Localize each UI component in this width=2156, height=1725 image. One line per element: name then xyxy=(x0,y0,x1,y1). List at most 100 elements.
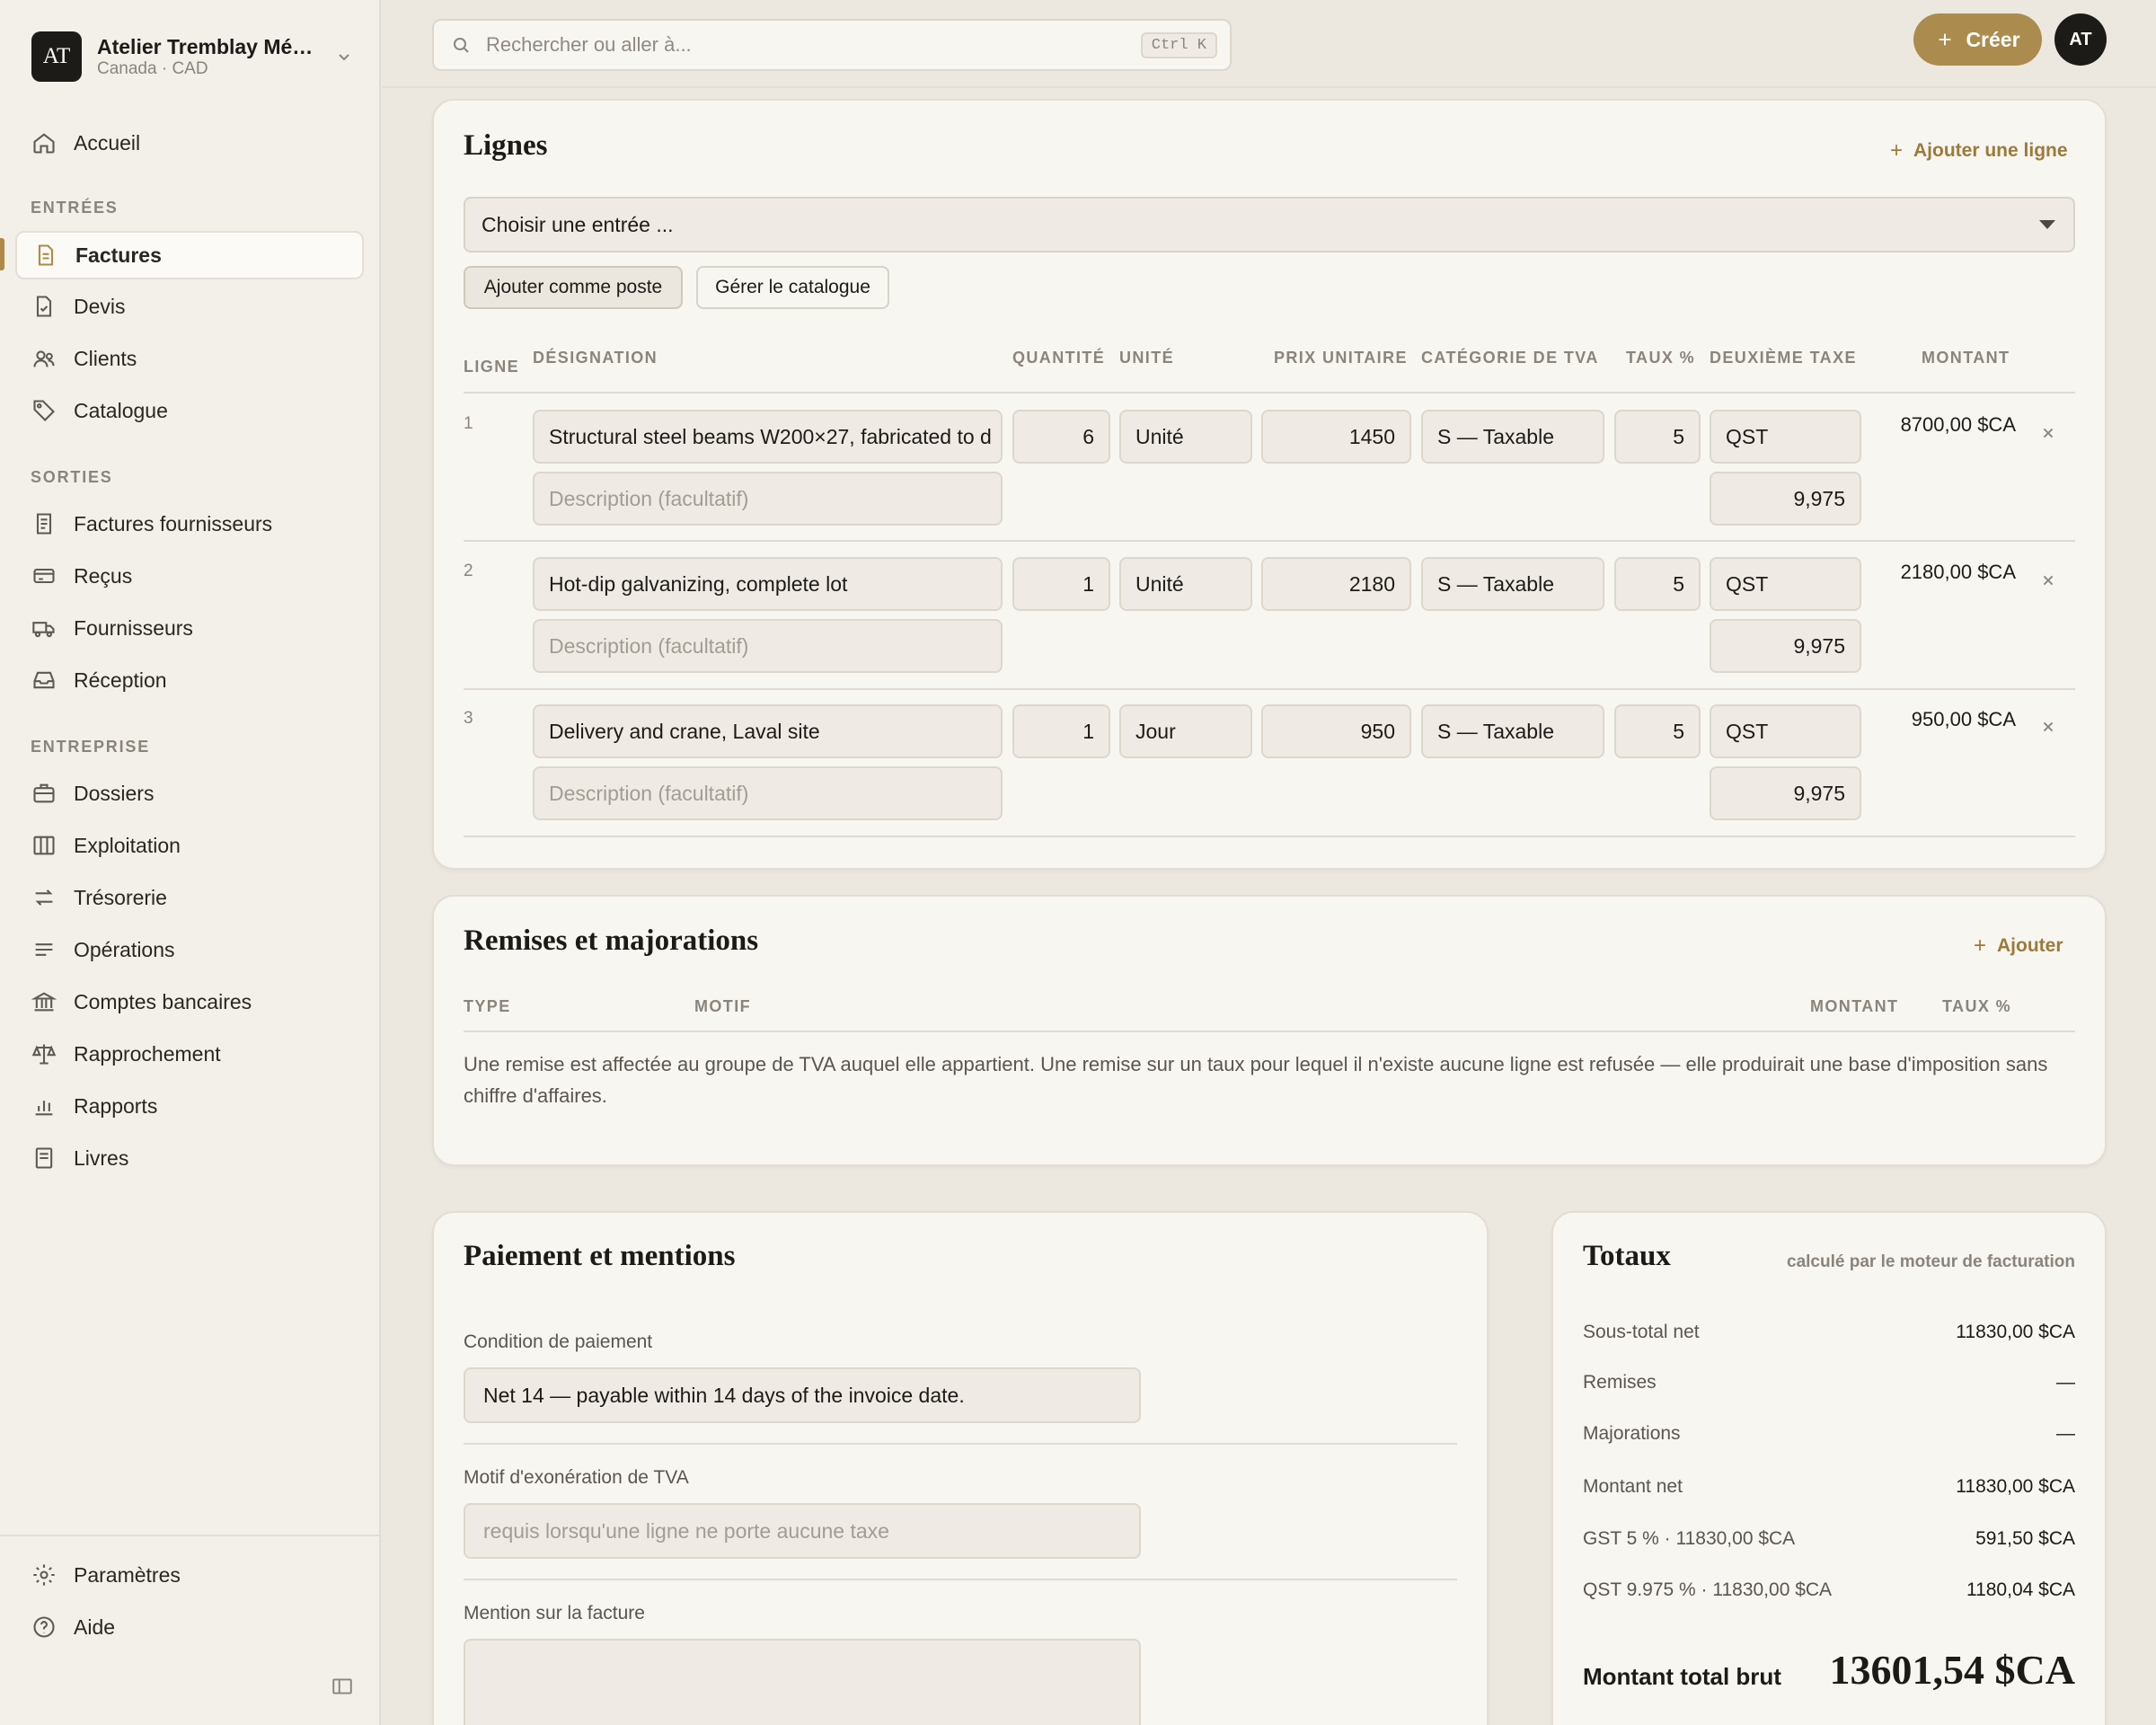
sidebar-item-label: Reçus xyxy=(74,563,133,588)
unit-select[interactable]: Unité xyxy=(1119,557,1252,611)
header-designation: DÉSIGNATION xyxy=(533,349,658,367)
entry-select[interactable]: Choisir une entrée ... xyxy=(464,197,2075,252)
quantity-input[interactable]: 1 xyxy=(1012,557,1110,611)
help-icon xyxy=(33,1616,55,1638)
sidebar-item-receipts[interactable]: Reçus xyxy=(15,552,364,600)
totals-row: QST 9.975 % · 11830,00 $CA 1180,04 $CA xyxy=(1583,1579,2075,1601)
totals-row-value: 591,50 $CA xyxy=(1975,1528,2075,1549)
second-tax-rate-input[interactable]: 9,975 xyxy=(1710,619,1861,673)
sidebar: AT Atelier Tremblay Mé… Canada · CAD Acc… xyxy=(0,0,381,1725)
header-type: TYPE xyxy=(464,997,511,1015)
designation-input[interactable]: Delivery and crane, Laval site xyxy=(533,704,1003,758)
vat-exemption-input[interactable]: requis lorsqu'une ligne ne porte aucune … xyxy=(464,1503,1141,1559)
sidebar-item-invoices[interactable]: Factures xyxy=(15,231,364,279)
description-input[interactable]: Description (facultatif) xyxy=(533,472,1003,526)
header-unit: UNITÉ xyxy=(1119,349,1174,367)
quantity-input[interactable]: 1 xyxy=(1012,704,1110,758)
sidebar-item-operations[interactable]: Opérations xyxy=(15,925,364,974)
sidebar-item-bank-accounts[interactable]: Comptes bancaires xyxy=(15,978,364,1026)
sidebar-item-label: Paramètres xyxy=(74,1562,181,1587)
sidebar-item-home[interactable]: Accueil xyxy=(15,119,364,167)
unit-select[interactable]: Unité xyxy=(1119,410,1252,464)
rate-input[interactable]: 5 xyxy=(1614,557,1701,611)
manage-catalog-button[interactable]: Gérer le catalogue xyxy=(696,266,889,309)
vat-category-select[interactable]: S — Taxable xyxy=(1421,704,1604,758)
add-line-label: Ajouter une ligne xyxy=(1913,140,2068,161)
sidebar-item-operations-board[interactable]: Exploitation xyxy=(15,821,364,870)
header-line: LIGNE xyxy=(464,358,520,376)
totals-row-value: — xyxy=(2056,1423,2075,1444)
close-icon[interactable] xyxy=(2038,571,2058,590)
scale-icon xyxy=(31,1044,57,1065)
create-button-label: Créer xyxy=(1966,27,2020,51)
sidebar-item-supplier-invoices[interactable]: Factures fournisseurs xyxy=(15,500,364,548)
unit-price-input[interactable]: 2180 xyxy=(1261,557,1411,611)
sidebar-item-help[interactable]: Aide xyxy=(15,1603,364,1651)
second-tax-rate-input[interactable]: 9,975 xyxy=(1710,472,1861,526)
payment-condition-input[interactable]: Net 14 — payable within 14 days of the i… xyxy=(464,1367,1141,1423)
search-input[interactable] xyxy=(486,33,1141,57)
nav-section-entries: ENTRÉES xyxy=(31,199,119,217)
shortcut-badge: Ctrl K xyxy=(1140,31,1217,58)
unit-select[interactable]: Jour xyxy=(1119,704,1252,758)
rate-input[interactable]: 5 xyxy=(1614,410,1701,464)
close-icon[interactable] xyxy=(2038,717,2058,737)
sidebar-item-clients[interactable]: Clients xyxy=(15,334,364,383)
unit-price-input[interactable]: 950 xyxy=(1261,704,1411,758)
sidebar-item-label: Livres xyxy=(74,1146,129,1170)
sidebar-item-reconciliation[interactable]: Rapprochement xyxy=(15,1030,364,1078)
sidebar-divider xyxy=(0,1535,381,1536)
org-name: Atelier Tremblay Mé… xyxy=(97,35,314,58)
quantity-input[interactable]: 6 xyxy=(1012,410,1110,464)
sidebar-item-settings[interactable]: Paramètres xyxy=(15,1551,364,1599)
add-discount-button[interactable]: + Ajouter xyxy=(1974,933,2063,959)
invoice-mention-textarea[interactable] xyxy=(464,1639,1141,1725)
row-number: 2 xyxy=(464,562,473,580)
sidebar-collapse-icon[interactable] xyxy=(331,1675,354,1698)
discounts-title: Remises et majorations xyxy=(464,924,759,957)
lines-title: Lignes xyxy=(464,129,548,162)
search-icon xyxy=(454,38,469,53)
totals-row: Majorations — xyxy=(1583,1423,2075,1445)
add-line-button[interactable]: + Ajouter une ligne xyxy=(1890,138,2068,164)
designation-input[interactable]: Hot-dip galvanizing, complete lot xyxy=(533,557,1003,611)
vat-category-select[interactable]: S — Taxable xyxy=(1421,410,1604,464)
nav-section-company: ENTREPRISE xyxy=(31,738,151,756)
tag-icon xyxy=(33,400,55,421)
sidebar-item-quotes[interactable]: Devis xyxy=(15,282,364,331)
designation-input[interactable]: Structural steel beams W200×27, fabricat… xyxy=(533,410,1003,464)
bank-icon xyxy=(31,992,57,1012)
line-amount: 8700,00 $CA xyxy=(1900,413,2016,436)
sidebar-item-label: Catalogue xyxy=(74,398,168,422)
unit-price-input[interactable]: 1450 xyxy=(1261,410,1411,464)
vat-category-select[interactable]: S — Taxable xyxy=(1421,557,1604,611)
description-input[interactable]: Description (facultatif) xyxy=(533,619,1003,673)
home-icon xyxy=(33,133,55,154)
add-as-item-button[interactable]: Ajouter comme poste xyxy=(464,266,683,309)
nav-section-outputs: SORTIES xyxy=(31,468,113,486)
sidebar-item-treasury[interactable]: Trésorerie xyxy=(15,873,364,922)
org-switcher[interactable]: AT Atelier Tremblay Mé… Canada · CAD xyxy=(31,31,355,83)
sidebar-item-suppliers[interactable]: Fournisseurs xyxy=(15,604,364,652)
header-second-tax: DEUXIÈME TAXE xyxy=(1710,349,1857,367)
sidebar-item-reports[interactable]: Rapports xyxy=(15,1082,364,1130)
row-number: 1 xyxy=(464,414,473,433)
rate-input[interactable]: 5 xyxy=(1614,704,1701,758)
sidebar-item-books[interactable]: Livres xyxy=(15,1134,364,1182)
sidebar-item-files[interactable]: Dossiers xyxy=(15,769,364,818)
invoice-mention-label: Mention sur la facture xyxy=(464,1603,645,1623)
search-bar[interactable]: Ctrl K xyxy=(432,19,1232,71)
header-vat-category: CATÉGORIE DE TVA xyxy=(1421,349,1599,367)
list-icon xyxy=(35,943,53,956)
second-tax-rate-input[interactable]: 9,975 xyxy=(1710,766,1861,820)
line-amount: 2180,00 $CA xyxy=(1900,561,2016,583)
sidebar-item-catalog[interactable]: Catalogue xyxy=(15,386,364,435)
avatar[interactable]: AT xyxy=(2054,13,2107,66)
sidebar-item-label: Accueil xyxy=(74,130,141,155)
close-icon[interactable] xyxy=(2038,423,2058,443)
sidebar-item-reception[interactable]: Réception xyxy=(15,656,364,704)
totals-row-label: Majorations xyxy=(1583,1423,1681,1444)
add-discount-label: Ajouter xyxy=(1997,935,2063,956)
description-input[interactable]: Description (facultatif) xyxy=(533,766,1003,820)
create-button[interactable]: Créer xyxy=(1913,13,2042,66)
